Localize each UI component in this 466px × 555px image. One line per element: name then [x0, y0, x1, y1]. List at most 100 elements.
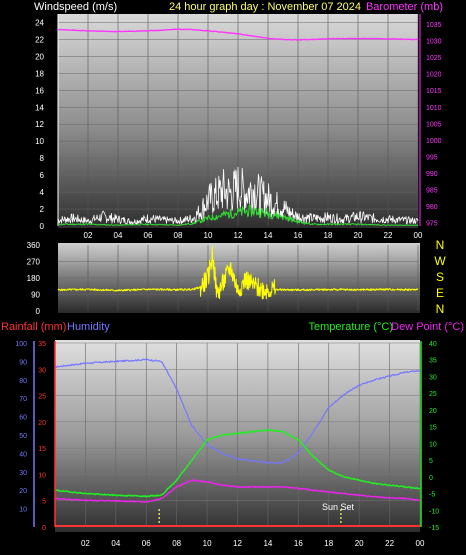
rainfall-axis-title: Rainfall (mm)	[1, 321, 66, 333]
direction-tick-label: 360	[27, 241, 41, 250]
temperature-tick-label: 5	[429, 458, 433, 465]
time-tick-label: 08	[172, 539, 181, 548]
rainfall-tick-label: 10	[38, 472, 46, 479]
barometer-tick-labels: 975 980 985 990 995 1000 1005 1010 1015 1020 1025 1…	[426, 22, 442, 228]
temperature-tick-label: -10	[429, 508, 439, 515]
humidity-tick-label: 10	[19, 507, 27, 514]
barometer-tick-label: 1000	[426, 138, 442, 145]
windspeed-tick-label: 24	[35, 18, 44, 27]
windspeed-tick-label: 2	[40, 205, 45, 214]
time-tick-label: 06	[144, 231, 153, 240]
humidity-tick-label: 50	[19, 433, 27, 440]
temperature-tick-labels: -15 -10 -5 0 5 10 15 20 25 30 35 40	[429, 341, 439, 532]
time-tick-label: 02	[81, 539, 90, 548]
barometer-axis-title: Barometer (mb)	[366, 1, 443, 13]
time-tick-label: 10	[203, 539, 212, 548]
time-tick-label: 00	[416, 539, 425, 548]
time-tick-label: 22	[384, 231, 393, 240]
chart-title: 24 hour graph day : November 07 2024	[169, 1, 361, 13]
time-tick-label: 12	[234, 231, 243, 240]
windspeed-tick-label: 16	[35, 86, 44, 95]
barometer-tick-label: 1010	[426, 105, 442, 112]
temperature-tick-label: 35	[429, 358, 437, 365]
rainfall-tick-label: 15	[38, 446, 46, 453]
direction-tick-label: 90	[31, 291, 40, 300]
time-tick-label: 04	[111, 539, 120, 548]
temperature-tick-label: 30	[429, 374, 437, 381]
compass-label: W	[434, 254, 446, 268]
compass-label: E	[436, 286, 444, 300]
direction-tick-label: 180	[27, 274, 41, 283]
humidity-tick-label: 90	[19, 359, 27, 366]
time-tick-label: 16	[294, 231, 303, 240]
time-tick-label: 00	[414, 231, 423, 240]
temperature-time-tick-labels: 02 04 06 08 10 12 14 16 18 20 22 00	[81, 539, 425, 548]
windspeed-axis-title: Windspeed (m/s)	[34, 1, 117, 13]
windspeed-tick-label: 18	[35, 69, 44, 78]
windspeed-tick-label: 22	[35, 35, 44, 44]
time-tick-label: 20	[355, 539, 364, 548]
temperature-tick-label: 10	[429, 441, 437, 448]
humidity-tick-label: 100	[15, 341, 27, 348]
rainfall-tick-label: 35	[38, 341, 46, 348]
temperature-tick-label: -5	[429, 492, 435, 499]
barometer-tick-label: 975	[426, 221, 438, 228]
time-tick-label: 14	[263, 539, 272, 548]
compass-label: N	[436, 238, 445, 252]
rainfall-tick-labels: 0 5 10 15 20 25 30 35	[38, 341, 46, 532]
humidity-tick-label: 60	[19, 415, 27, 422]
rainfall-tick-label: 25	[38, 394, 46, 401]
time-tick-label: 22	[385, 539, 394, 548]
wind-time-tick-labels: 02 04 06 08 10 12 14 16 18 20 22 00	[84, 231, 423, 240]
rainfall-tick-label: 30	[38, 367, 46, 374]
weather-graph: Windspeed (m/s) 24 hour graph day : Nove…	[1, 1, 464, 548]
barometer-tick-label: 995	[426, 154, 438, 161]
time-tick-label: 06	[142, 539, 151, 548]
dewpoint-axis-title: Dew Point (°C)	[391, 321, 464, 333]
temperature-tick-label: 40	[429, 341, 437, 348]
barometer-tick-label: 990	[426, 171, 438, 178]
temperature-tick-label: 15	[429, 425, 437, 432]
humidity-tick-label: 70	[19, 396, 27, 403]
humidity-tick-label: 40	[19, 451, 27, 458]
direction-tick-label: 270	[27, 258, 41, 267]
humidity-tick-labels: 10 20 30 40 50 60 70 80 90 100	[15, 341, 27, 514]
windspeed-tick-label: 6	[40, 171, 45, 180]
rainfall-tick-label: 5	[42, 499, 46, 506]
barometer-tick-label: 980	[426, 204, 438, 211]
temperature-tick-label: 0	[429, 475, 433, 482]
rainfall-tick-label: 20	[38, 420, 46, 427]
time-tick-label: 08	[174, 231, 183, 240]
barometer-tick-label: 1015	[426, 88, 442, 95]
windspeed-tick-label: 0	[40, 222, 45, 231]
barometer-tick-label: 1030	[426, 39, 442, 46]
compass-label: N	[436, 302, 445, 316]
time-tick-label: 04	[114, 231, 123, 240]
windspeed-tick-label: 14	[35, 103, 44, 112]
compass-label: S	[436, 270, 444, 284]
rainfall-tick-label: 0	[42, 525, 46, 532]
windspeed-tick-label: 20	[35, 52, 44, 61]
barometer-tick-label: 985	[426, 188, 438, 195]
windspeed-tick-label: 8	[40, 154, 45, 163]
humidity-tick-label: 20	[19, 488, 27, 495]
time-tick-label: 18	[324, 539, 333, 548]
barometer-tick-label: 1035	[426, 22, 442, 29]
time-tick-label: 14	[264, 231, 273, 240]
temperature-tick-label: 25	[429, 391, 437, 398]
direction-tick-labels: 360 270 180 90 0	[27, 241, 41, 316]
windspeed-tick-labels: 024681012141618202224	[35, 18, 44, 231]
barometer-tick-label: 1020	[426, 72, 442, 79]
barometer-tick-label: 1025	[426, 55, 442, 62]
humidity-axis-title: Humidity	[67, 321, 110, 333]
time-tick-label: 02	[84, 231, 93, 240]
temperature-tick-label: 20	[429, 408, 437, 415]
windspeed-tick-label: 10	[35, 137, 44, 146]
windspeed-tick-label: 4	[40, 188, 45, 197]
time-tick-label: 10	[204, 231, 213, 240]
barometer-tick-label: 1005	[426, 121, 442, 128]
compass-labels: NWSEN	[434, 238, 446, 316]
humidity-tick-label: 80	[19, 378, 27, 385]
sunset-label: Sun Set	[322, 502, 355, 512]
direction-tick-label: 0	[36, 307, 41, 316]
